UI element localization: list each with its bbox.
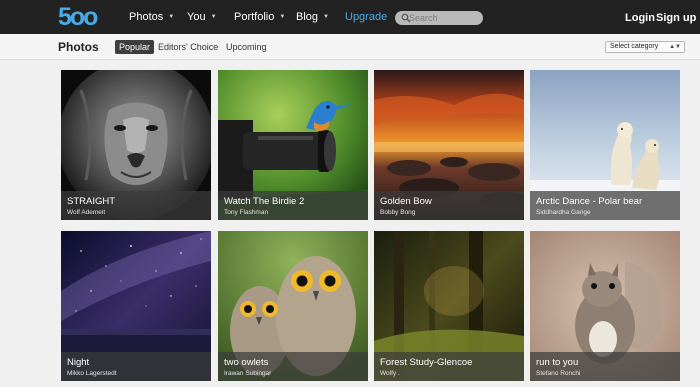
chevron-down-icon: ▼ bbox=[168, 14, 175, 20]
nav-you-label: You bbox=[187, 11, 206, 23]
photo-author[interactable]: Wolf Ademeit bbox=[67, 208, 205, 217]
photo-card[interactable]: Golden Bow Bobby Bong bbox=[374, 70, 524, 220]
filter-upcoming[interactable]: Upcoming bbox=[222, 40, 271, 54]
500px-logo[interactable]: 5oo bbox=[58, 4, 98, 30]
nav-portfolio-menu[interactable]: Portfolio ▼ bbox=[234, 10, 285, 24]
photo-caption: Arctic Dance - Polar bear Siddhardha Gar… bbox=[530, 191, 680, 220]
photo-caption: Watch The Birdie 2 Tony Flashman bbox=[218, 191, 368, 220]
nav-you-menu[interactable]: You ▼ bbox=[187, 10, 217, 24]
photo-title[interactable]: Forest Study-Glencoe bbox=[380, 357, 518, 369]
category-select[interactable]: Select category ▲▼ bbox=[605, 41, 685, 53]
photo-card[interactable]: Watch The Birdie 2 Tony Flashman bbox=[218, 70, 368, 220]
photo-card[interactable]: Arctic Dance - Polar bear Siddhardha Gar… bbox=[530, 70, 680, 220]
photo-caption: Forest Study-Glencoe Wolfy . bbox=[374, 352, 524, 381]
filter-editors-choice[interactable]: Editors' Choice bbox=[154, 40, 222, 54]
photo-author[interactable]: Tony Flashman bbox=[224, 208, 362, 217]
photo-title[interactable]: Watch The Birdie 2 bbox=[224, 196, 362, 208]
top-navigation-bar: 5oo Photos ▼ You ▼ Portfolio ▼ Blog ▼ Upgrad… bbox=[0, 0, 700, 34]
photo-caption: two owlets Irawan Subingar bbox=[218, 352, 368, 381]
category-select-value: Select category bbox=[610, 43, 659, 50]
photo-author[interactable]: Siddhardha Garige bbox=[536, 208, 674, 217]
photo-author[interactable]: Bobby Bong bbox=[380, 208, 518, 217]
select-arrows-icon: ▲▼ bbox=[669, 44, 681, 50]
nav-photos-label: Photos bbox=[129, 11, 164, 23]
nav-photos-menu[interactable]: Photos ▼ bbox=[129, 10, 174, 24]
photo-author[interactable]: Stefano Ronchi bbox=[536, 369, 674, 378]
chevron-down-icon: ▼ bbox=[279, 14, 286, 20]
chevron-down-icon: ▼ bbox=[210, 14, 217, 20]
photo-title[interactable]: STRAIGHT bbox=[67, 196, 205, 208]
photo-card[interactable]: Forest Study-Glencoe Wolfy . bbox=[374, 231, 524, 381]
photo-title[interactable]: Arctic Dance - Polar bear bbox=[536, 196, 674, 208]
login-link[interactable]: Login bbox=[625, 11, 655, 25]
chevron-down-icon: ▼ bbox=[323, 14, 329, 20]
photo-card[interactable]: run to you Stefano Ronchi bbox=[530, 231, 680, 381]
photo-author[interactable]: Wolfy . bbox=[380, 369, 518, 378]
photo-caption: Golden Bow Bobby Bong bbox=[374, 191, 524, 220]
photos-subheader: Photos Popular Editors' Choice Upcoming bbox=[0, 34, 700, 60]
photo-caption: run to you Stefano Ronchi bbox=[530, 352, 680, 381]
search-box[interactable] bbox=[395, 11, 483, 25]
nav-blog-label: Blog bbox=[296, 11, 319, 23]
nav-blog-menu[interactable]: Blog ▼ bbox=[296, 10, 329, 24]
photo-card[interactable]: two owlets Irawan Subingar bbox=[218, 231, 368, 381]
photo-title[interactable]: two owlets bbox=[224, 357, 362, 369]
photo-author[interactable]: Mikko Lagerstedt bbox=[67, 369, 205, 378]
search-input[interactable] bbox=[409, 11, 479, 25]
photo-title[interactable]: Golden Bow bbox=[380, 196, 518, 208]
filter-popular[interactable]: Popular bbox=[115, 40, 155, 54]
page-title: Photos bbox=[58, 40, 99, 54]
nav-portfolio-label: Portfolio bbox=[234, 11, 275, 23]
photo-card[interactable]: STRAIGHT Wolf Ademeit bbox=[61, 70, 211, 220]
photo-caption: Night Mikko Lagerstedt bbox=[61, 352, 211, 381]
photo-card[interactable]: Night Mikko Lagerstedt bbox=[61, 231, 211, 381]
photo-author[interactable]: Irawan Subingar bbox=[224, 369, 362, 378]
photo-caption: STRAIGHT Wolf Ademeit bbox=[61, 191, 211, 220]
nav-upgrade-link[interactable]: Upgrade bbox=[345, 10, 387, 24]
signup-link[interactable]: Sign up bbox=[656, 11, 696, 25]
photo-title[interactable]: run to you bbox=[536, 357, 674, 369]
photo-title[interactable]: Night bbox=[67, 357, 205, 369]
